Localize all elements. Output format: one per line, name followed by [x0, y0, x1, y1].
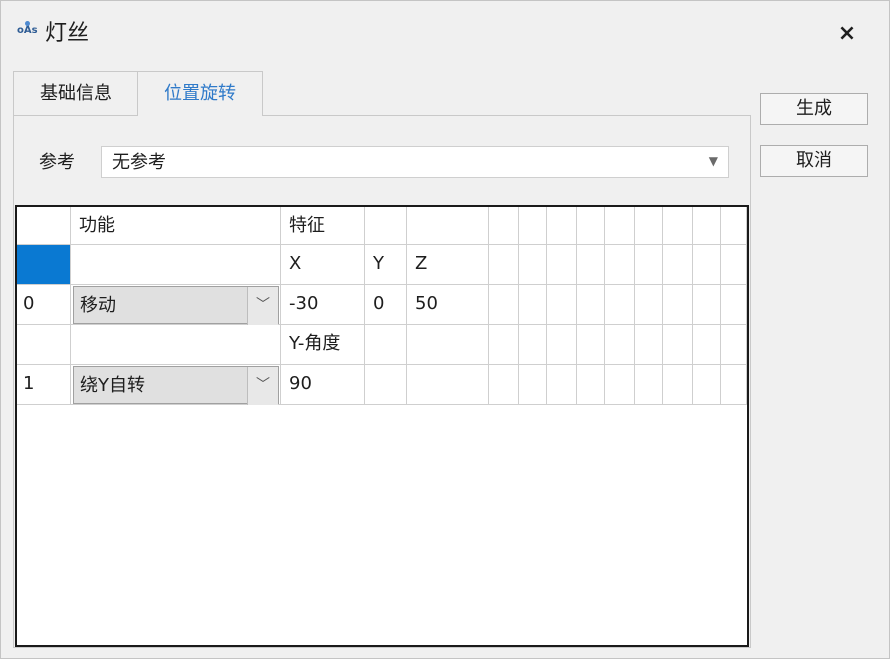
- grid-cell[interactable]: [489, 285, 519, 325]
- grid-cell[interactable]: [489, 325, 519, 365]
- grid-cell: [577, 207, 605, 245]
- grid-cell: [663, 207, 693, 245]
- grid-row-index: 0: [17, 285, 71, 325]
- grid-header-function: 功能: [71, 207, 281, 245]
- grid-cell[interactable]: 90: [281, 365, 365, 405]
- cancel-button[interactable]: 取消: [760, 145, 868, 177]
- grid-row-index: [17, 325, 71, 365]
- grid-cell[interactable]: Y: [365, 245, 407, 285]
- grid-cell[interactable]: [71, 325, 281, 365]
- function-combo-move[interactable]: 移动 ﹀: [73, 286, 279, 325]
- chevron-down-icon[interactable]: ﹀: [247, 287, 278, 325]
- grid-cell[interactable]: [519, 325, 547, 365]
- grid-cell[interactable]: [693, 325, 721, 365]
- grid-cell[interactable]: [489, 245, 519, 285]
- grid-cell[interactable]: [721, 245, 747, 285]
- grid-cell[interactable]: [605, 365, 635, 405]
- grid-cell[interactable]: [605, 285, 635, 325]
- grid-cell[interactable]: [663, 285, 693, 325]
- grid-cell[interactable]: [721, 365, 747, 405]
- grid-cell[interactable]: [577, 245, 605, 285]
- dropdown-arrow-icon: ▼: [708, 154, 718, 168]
- grid-cell[interactable]: [577, 285, 605, 325]
- close-button[interactable]: ×: [827, 17, 867, 51]
- grid-row-index: 1: [17, 365, 71, 405]
- grid-header-feature: 特征: [281, 207, 365, 245]
- grid-cell[interactable]: [635, 285, 663, 325]
- grid-cell[interactable]: [577, 365, 605, 405]
- grid-cell[interactable]: X: [281, 245, 365, 285]
- grid-cell: [547, 207, 577, 245]
- grid-cell[interactable]: [605, 245, 635, 285]
- grid-cell[interactable]: [605, 325, 635, 365]
- grid-cell[interactable]: [635, 325, 663, 365]
- grid-cell: [519, 207, 547, 245]
- grid-cell[interactable]: [547, 325, 577, 365]
- grid-header-corner: [17, 207, 71, 245]
- grid-cell[interactable]: [721, 325, 747, 365]
- grid-cell[interactable]: [635, 365, 663, 405]
- generate-button[interactable]: 生成: [760, 93, 868, 125]
- grid-cell[interactable]: [519, 285, 547, 325]
- grid-cell[interactable]: [365, 325, 407, 365]
- grid-cell[interactable]: Y-角度: [281, 325, 365, 365]
- grid-cell[interactable]: [635, 245, 663, 285]
- grid-cell[interactable]: [519, 365, 547, 405]
- tab-basic-info[interactable]: 基础信息: [13, 71, 139, 116]
- function-combo-value: 移动: [80, 295, 116, 316]
- grid-cell[interactable]: [71, 245, 281, 285]
- grid-cell: [605, 207, 635, 245]
- grid-header-cell: [365, 207, 407, 245]
- grid-cell[interactable]: [365, 365, 407, 405]
- grid-cell[interactable]: [663, 365, 693, 405]
- grid-cell[interactable]: Z: [407, 245, 489, 285]
- grid-cell[interactable]: [489, 365, 519, 405]
- grid-cell[interactable]: [547, 365, 577, 405]
- grid-cell[interactable]: [407, 365, 489, 405]
- grid-row-selector[interactable]: [17, 245, 71, 285]
- window-title: 灯丝: [45, 21, 90, 46]
- grid-cell[interactable]: [721, 285, 747, 325]
- grid-cell[interactable]: [519, 245, 547, 285]
- grid-cell[interactable]: [547, 245, 577, 285]
- transform-grid[interactable]: 功能 特征 X Y Z 0 移动 ﹀ -30 0 50 Y-角度 1 绕Y自转 …: [15, 205, 749, 647]
- title-bar: oÅs 灯丝 ×: [1, 1, 889, 67]
- grid-cell[interactable]: [547, 285, 577, 325]
- grid-cell[interactable]: [693, 285, 721, 325]
- grid-cell: [693, 207, 721, 245]
- grid-cell[interactable]: [663, 245, 693, 285]
- grid-cell[interactable]: [577, 325, 605, 365]
- reference-label: 参考: [39, 152, 75, 173]
- dialog-window: oÅs 灯丝 × 基础信息 位置旋转 参考 无参考 ▼ 生成 取消 功能 特征 …: [0, 0, 890, 659]
- reference-select[interactable]: 无参考 ▼: [101, 146, 729, 178]
- function-combo-value: 绕Y自转: [80, 375, 145, 396]
- function-combo-rotate-y[interactable]: 绕Y自转 ﹀: [73, 366, 279, 405]
- grid-cell[interactable]: [407, 325, 489, 365]
- reference-select-value: 无参考: [112, 152, 166, 173]
- grid-header-cell: [407, 207, 489, 245]
- oas-app-icon: oÅs: [17, 21, 39, 45]
- grid-cell[interactable]: [693, 365, 721, 405]
- chevron-down-icon[interactable]: ﹀: [247, 367, 278, 405]
- grid-cell[interactable]: -30: [281, 285, 365, 325]
- grid-cell[interactable]: [693, 245, 721, 285]
- grid-cell[interactable]: 50: [407, 285, 489, 325]
- grid-cell: [489, 207, 519, 245]
- tab-position-rotation[interactable]: 位置旋转: [137, 71, 263, 116]
- grid-cell: [721, 207, 747, 245]
- grid-cell: [635, 207, 663, 245]
- grid-cell[interactable]: [663, 325, 693, 365]
- grid-cell[interactable]: 0: [365, 285, 407, 325]
